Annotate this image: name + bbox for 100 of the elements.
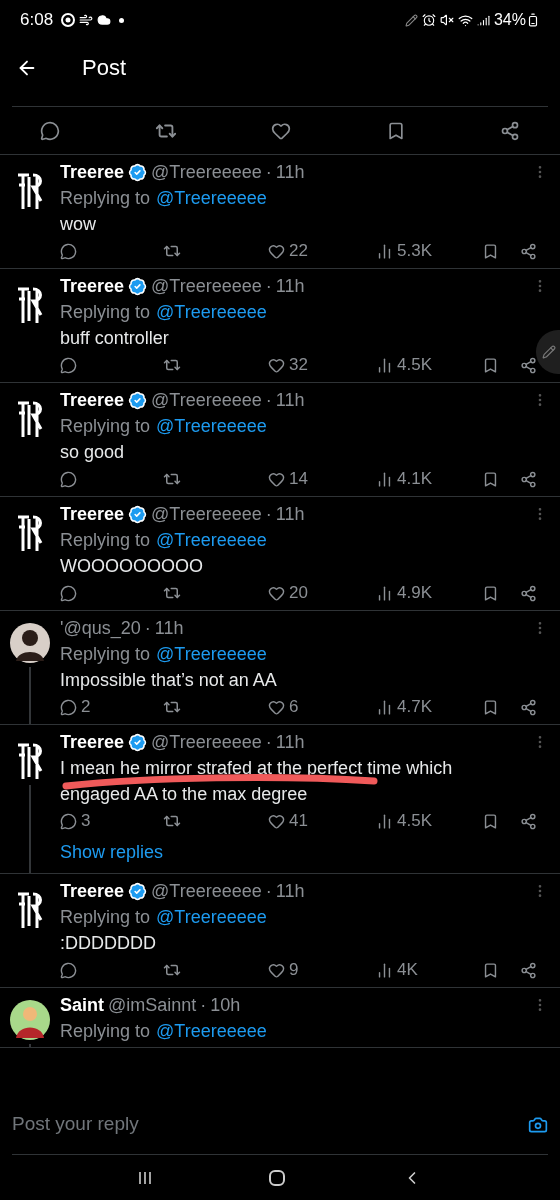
like-icon[interactable]	[268, 356, 285, 374]
views-icon[interactable]	[376, 470, 393, 488]
reply-text: I mean he mirror strafed at the perfect time which engaged AA to the max degree	[60, 757, 454, 806]
view-count: 4K	[397, 959, 418, 982]
post-time: 11h	[154, 617, 184, 640]
alarm-icon	[421, 13, 436, 27]
separator-dot: ·	[200, 994, 207, 1017]
wind-icon	[79, 13, 94, 27]
author-handle: @Treereeeee	[151, 503, 262, 526]
reply-icon[interactable]	[60, 584, 77, 602]
recent-apps-icon[interactable]	[138, 1170, 153, 1185]
reply-text: :DDDDDDD	[60, 932, 157, 955]
share-icon[interactable]	[520, 356, 537, 374]
show-replies-link[interactable]: Show replies	[60, 839, 164, 866]
views-icon[interactable]	[376, 698, 393, 716]
separator-dot: ·	[265, 161, 272, 184]
like-count: 32	[289, 354, 308, 377]
author-handle: @Treereeeee	[151, 731, 262, 754]
views-icon[interactable]	[376, 584, 393, 602]
like-count: 20	[289, 582, 308, 605]
author-handle: @Treereeeee	[151, 161, 262, 184]
bookmark-icon[interactable]	[482, 470, 499, 488]
post-time: 11h	[275, 161, 305, 184]
separator-dot: ·	[265, 389, 272, 412]
reply-icon[interactable]	[60, 470, 77, 488]
status-time: 6:08	[20, 9, 54, 32]
mention-link[interactable]: @Treereeeee	[156, 641, 267, 667]
replying-label: Replying to	[60, 1020, 151, 1043]
reply-text: Impossible that’s not an AA	[60, 669, 278, 692]
logo-avatar	[15, 171, 45, 211]
separator-dot: ·	[265, 503, 272, 526]
separator-dot: ·	[265, 275, 272, 298]
avatar	[10, 623, 50, 663]
like-icon[interactable]	[268, 961, 285, 979]
view-count: 4.5K	[397, 354, 432, 377]
bookmark-icon[interactable]	[482, 812, 499, 830]
reply-icon[interactable]	[60, 356, 77, 374]
views-icon[interactable]	[376, 242, 393, 260]
separator-dot: ·	[144, 617, 151, 640]
author-handle: @Treereeeee	[151, 389, 262, 412]
views-icon[interactable]	[376, 356, 393, 374]
like-icon[interactable]	[268, 698, 285, 716]
separator-dot: ·	[265, 731, 272, 754]
battery-level: 34%	[493, 10, 526, 30]
like-icon[interactable]	[268, 242, 285, 260]
mention-link[interactable]: @Treereeeee	[156, 413, 267, 439]
share-icon[interactable]	[520, 242, 537, 260]
like-count: 22	[289, 240, 308, 263]
reply-field[interactable]: Post your reply	[12, 1110, 528, 1139]
share-icon[interactable]	[520, 961, 537, 979]
post-time: 11h	[275, 389, 305, 412]
author-name: Treeree	[60, 275, 125, 298]
logo-avatar	[15, 399, 45, 439]
reply-text: so good	[60, 441, 126, 464]
like-icon[interactable]	[268, 584, 285, 602]
bookmark-icon[interactable]	[482, 961, 499, 979]
post-time: 10h	[210, 994, 241, 1017]
home-icon[interactable]	[269, 1169, 285, 1186]
author-name: Treeree	[60, 880, 125, 903]
share-icon[interactable]	[520, 584, 537, 602]
like-icon[interactable]	[271, 120, 291, 141]
views-icon[interactable]	[376, 812, 393, 830]
like-icon[interactable]	[268, 470, 285, 488]
author-name: Treeree	[60, 389, 125, 412]
share-icon[interactable]	[500, 120, 520, 141]
page-title: Post	[82, 54, 127, 82]
reply-icon[interactable]	[60, 698, 77, 716]
mention-link[interactable]: @Treereeeee	[156, 527, 267, 553]
like-icon[interactable]	[268, 812, 285, 830]
share-icon[interactable]	[520, 698, 537, 716]
pen-icon	[404, 13, 418, 27]
reply-icon[interactable]	[60, 242, 77, 260]
logo-avatar	[15, 890, 45, 930]
mention-link[interactable]: @Treereeeee	[156, 299, 267, 325]
replying-label: Replying to	[60, 529, 151, 552]
mention-link[interactable]: @Treereeeee	[156, 1018, 267, 1044]
reply-icon[interactable]	[60, 961, 77, 979]
cloud-icon	[97, 13, 112, 27]
avatar	[10, 1000, 50, 1040]
author-handle: '@qus_20	[60, 617, 141, 641]
post-time: 11h	[275, 503, 305, 526]
reply-count: 2	[81, 696, 91, 719]
signal-icon	[476, 13, 490, 27]
bookmark-icon[interactable]	[482, 698, 499, 716]
compose-button[interactable]	[536, 330, 560, 374]
view-count: 4.7K	[397, 696, 432, 719]
like-count: 14	[289, 468, 308, 491]
author-handle: @imSainnt	[108, 994, 197, 1017]
mention-link[interactable]: @Treereeeee	[156, 185, 267, 211]
share-icon[interactable]	[520, 470, 537, 488]
views-icon[interactable]	[376, 961, 393, 979]
mention-link[interactable]: @Treereeeee	[156, 904, 267, 930]
share-icon[interactable]	[520, 812, 537, 830]
bookmark-icon[interactable]	[482, 584, 499, 602]
view-count: 4.1K	[397, 468, 432, 491]
bookmark-icon[interactable]	[482, 242, 499, 260]
reply-icon[interactable]	[40, 120, 60, 141]
view-count: 4.5K	[397, 810, 432, 833]
reply-icon[interactable]	[60, 812, 77, 830]
bookmark-icon[interactable]	[482, 356, 499, 374]
